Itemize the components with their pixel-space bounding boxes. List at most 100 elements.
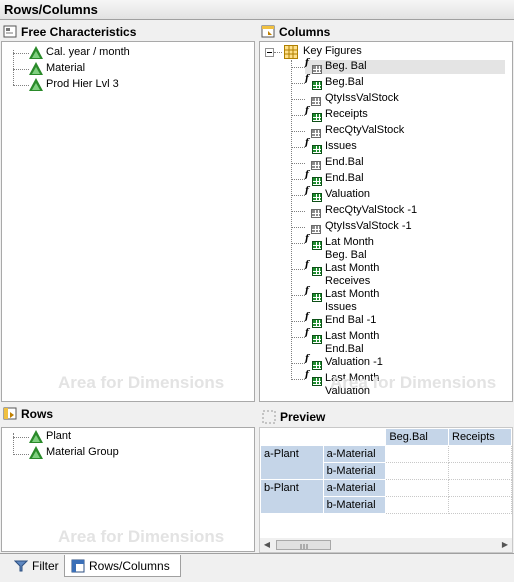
tree-line bbox=[13, 53, 29, 54]
key-figure-item[interactable]: f Issues bbox=[305, 138, 357, 154]
keyfigure-grey-icon bbox=[305, 220, 322, 234]
formula-keyfigure-icon: f bbox=[305, 186, 322, 202]
tab-filter[interactable]: Filter bbox=[8, 555, 65, 577]
key-figures-icon bbox=[284, 45, 298, 59]
key-figure-label-line1: Valuation -1 bbox=[325, 356, 383, 368]
key-figure-item[interactable]: f Valuation -1 bbox=[305, 354, 383, 370]
tree-line bbox=[291, 269, 305, 270]
key-figure-label: QtyIssValStock -1 bbox=[325, 220, 412, 233]
free-char-item[interactable]: Prod Hier Lvl 3 bbox=[29, 78, 119, 92]
row-item[interactable]: Material Group bbox=[29, 446, 119, 460]
tree-line bbox=[291, 99, 305, 100]
formula-keyfigure-icon: f bbox=[305, 234, 322, 250]
collapse-icon[interactable] bbox=[265, 48, 274, 57]
key-figure-label-line1: Last Month bbox=[325, 330, 380, 342]
key-figure-label-line1: End.Bal bbox=[325, 172, 364, 184]
key-figures-root[interactable]: Key Figures bbox=[284, 45, 362, 59]
preview-corner bbox=[260, 428, 324, 446]
key-figure-item[interactable]: f Beg. Bal bbox=[305, 58, 505, 74]
formula-keyfigure-grey-icon: f bbox=[305, 58, 322, 74]
keyfigure-grey-icon bbox=[305, 92, 322, 106]
free-characteristics-watermark: Area for Dimensions bbox=[58, 373, 225, 392]
rows-icon bbox=[3, 407, 17, 421]
key-figure-item[interactable]: f End.Bal bbox=[305, 170, 364, 186]
window-title: Rows/Columns bbox=[0, 0, 514, 20]
key-figure-label: RecQtyValStock -1 bbox=[325, 204, 417, 217]
key-figure-label: Last Month Issues bbox=[325, 288, 379, 314]
preview-horizontal-scrollbar[interactable]: ◀ ▶ bbox=[260, 538, 512, 552]
row-item[interactable]: Plant bbox=[29, 430, 71, 444]
columns-area[interactable]: Key Figures f Beg. Bal f Beg.Bal QtyIssValSt… bbox=[259, 41, 513, 402]
scroll-left-icon[interactable]: ◀ bbox=[260, 538, 274, 552]
free-char-label: Material bbox=[46, 62, 86, 74]
characteristic-icon bbox=[29, 446, 43, 460]
tab-rows-columns[interactable]: Rows/Columns bbox=[64, 555, 181, 577]
preview-row-sub: a-Material bbox=[322, 445, 387, 463]
tree-line bbox=[13, 454, 29, 455]
key-figure-item[interactable]: f Receipts bbox=[305, 106, 368, 122]
key-figure-label-line1: Lat Month bbox=[325, 236, 374, 248]
row-label: Material Group bbox=[46, 446, 119, 458]
formula-keyfigure-icon: f bbox=[305, 170, 322, 186]
preview-col-header: Beg.Bal bbox=[385, 428, 449, 446]
key-figure-label: Valuation -1 bbox=[325, 356, 383, 369]
free-char-item[interactable]: Material bbox=[29, 62, 85, 76]
rows-title: Rows bbox=[21, 407, 54, 421]
key-figure-item[interactable]: f Last Month Receives bbox=[305, 260, 379, 288]
preview-col-header: Receipts bbox=[448, 428, 512, 446]
keyfigure-grey-icon bbox=[305, 124, 322, 138]
key-figure-label: End.Bal bbox=[325, 156, 364, 169]
key-figure-item[interactable]: QtyIssValStock bbox=[305, 92, 399, 106]
key-figure-item[interactable]: RecQtyValStock bbox=[305, 124, 404, 138]
preview-corner bbox=[322, 428, 387, 446]
tree-line bbox=[291, 379, 305, 380]
key-figure-label: RecQtyValStock bbox=[325, 124, 404, 137]
rows-watermark: Area for Dimensions bbox=[58, 527, 225, 546]
key-figure-label: Receipts bbox=[325, 108, 368, 121]
key-figure-item[interactable]: f Beg.Bal bbox=[305, 74, 364, 90]
key-figure-item[interactable]: f Valuation bbox=[305, 186, 370, 202]
preview-cell bbox=[448, 462, 512, 480]
key-figure-item[interactable]: f Last Month Issues bbox=[305, 286, 379, 314]
key-figure-item[interactable]: f Last Month End.Bal bbox=[305, 328, 379, 356]
key-figure-label: Beg.Bal bbox=[325, 76, 364, 89]
key-figure-label: Lat Month Beg. Bal bbox=[325, 236, 374, 262]
columns-title: Columns bbox=[279, 25, 331, 39]
key-figure-item[interactable]: RecQtyValStock -1 bbox=[305, 204, 417, 218]
key-figure-label: Issues bbox=[325, 140, 357, 153]
key-figure-label-line2: End.Bal bbox=[325, 343, 364, 355]
scrollbar-thumb[interactable] bbox=[276, 540, 331, 550]
tree-line bbox=[291, 147, 305, 148]
key-figure-label: QtyIssValStock bbox=[325, 92, 399, 105]
key-figure-item[interactable]: End.Bal bbox=[305, 156, 364, 170]
tree-line bbox=[291, 115, 305, 116]
key-figure-item[interactable]: f Lat Month Beg. Bal bbox=[305, 234, 374, 262]
formula-keyfigure-icon: f bbox=[305, 106, 322, 122]
key-figure-label-line1: QtyIssValStock bbox=[325, 92, 399, 104]
tree-line bbox=[291, 227, 305, 228]
keyfigure-grey-icon bbox=[305, 204, 322, 218]
tree-line bbox=[291, 321, 305, 322]
tree-line bbox=[291, 60, 292, 380]
preview-cell bbox=[385, 496, 449, 514]
key-figure-label-line1: Receipts bbox=[325, 108, 368, 120]
key-figures-label: Key Figures bbox=[303, 45, 362, 57]
tree-line bbox=[291, 83, 305, 84]
characteristic-icon bbox=[29, 78, 43, 92]
key-figure-item[interactable]: QtyIssValStock -1 bbox=[305, 220, 412, 234]
key-figure-label-line1: End Bal -1 bbox=[325, 314, 377, 326]
key-figure-label: Last Month End.Bal bbox=[325, 330, 379, 356]
key-figure-item[interactable]: f End Bal -1 bbox=[305, 312, 377, 328]
rows-header: Rows bbox=[3, 405, 53, 423]
preview-row-sub: b-Material bbox=[322, 462, 387, 480]
scroll-right-icon[interactable]: ▶ bbox=[498, 538, 512, 552]
key-figure-label-line1: Valuation bbox=[325, 188, 371, 200]
key-figure-label: Valuation bbox=[325, 188, 370, 201]
preview-title: Preview bbox=[280, 410, 326, 424]
free-characteristics-area[interactable]: Cal. year / month Material Prod Hier Lvl… bbox=[1, 41, 255, 402]
characteristic-icon bbox=[29, 46, 43, 60]
filter-icon bbox=[13, 559, 29, 573]
free-char-item[interactable]: Cal. year / month bbox=[29, 46, 130, 60]
rows-area[interactable]: Plant Material Group Area for Dimensions bbox=[1, 427, 255, 552]
tab-filter-label: Filter bbox=[32, 559, 59, 573]
